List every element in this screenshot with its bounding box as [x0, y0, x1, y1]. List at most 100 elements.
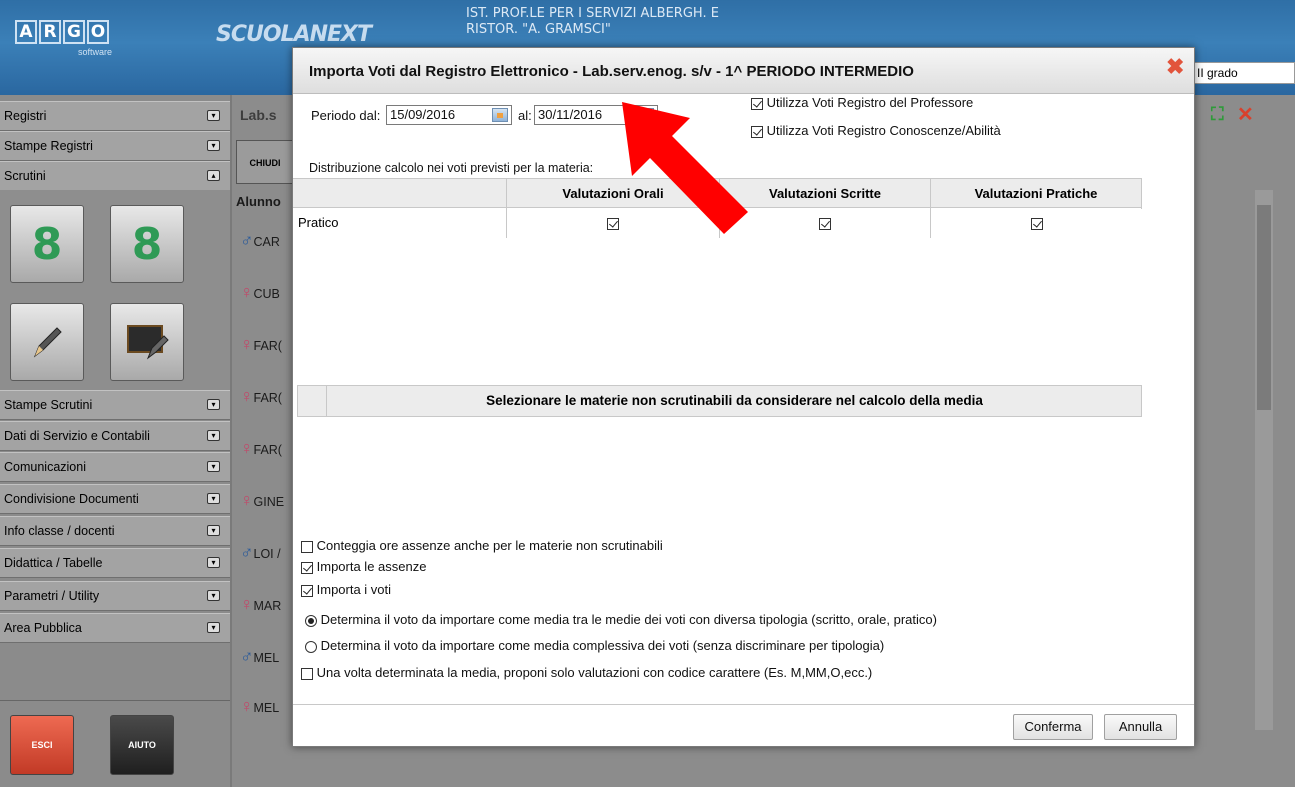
checkbox[interactable] [301, 561, 313, 574]
dropdown-icon[interactable]: ▾ [207, 590, 220, 601]
divider [326, 386, 327, 416]
student-name: FAR( [253, 391, 282, 405]
opt-registro-conoscenze[interactable]: Utilizza Voti Registro Conoscenze/Abilit… [751, 123, 1001, 138]
alunno-column-header: Alunno [236, 194, 281, 209]
dropdown-icon[interactable]: ▾ [207, 557, 220, 568]
student-row[interactable]: ♀MAR [240, 594, 281, 615]
female-icon: ♀ [240, 334, 254, 354]
col-scritte: Valutazioni Scritte [719, 179, 930, 209]
sidebar-item-registri[interactable]: Registri ▾ [0, 101, 230, 131]
student-row[interactable]: ♀GINE [240, 490, 284, 511]
dialog-titlebar: Importa Voti dal Registro Elettronico - … [293, 48, 1194, 94]
scrollbar-thumb[interactable] [1257, 205, 1271, 410]
sidebar-item-scrutini[interactable]: Scrutini ▴ [0, 161, 230, 191]
dropdown-icon[interactable]: ▾ [207, 399, 220, 410]
argo-logo: A R G O [15, 20, 109, 44]
voti-finali-icon[interactable]: 8 [110, 205, 184, 283]
checkbox[interactable] [751, 125, 763, 138]
grade-select[interactable]: II grado [1192, 62, 1295, 84]
male-icon: ♂ [240, 230, 254, 250]
radio[interactable] [305, 614, 317, 627]
calendar-icon[interactable] [492, 108, 508, 122]
cell-scritte[interactable] [719, 208, 930, 238]
student-name: FAR( [253, 443, 282, 457]
checkbox[interactable] [301, 584, 313, 597]
sidebar-item-parametri[interactable]: Parametri / Utility ▾ [0, 581, 230, 611]
collapse-icon[interactable]: ▴ [207, 170, 220, 181]
female-icon: ♀ [240, 282, 254, 302]
checkbox[interactable] [301, 667, 313, 680]
opt-media-complessiva[interactable]: Determina il voto da importare come medi… [305, 638, 884, 653]
blackboard-icon[interactable] [110, 303, 184, 381]
dialog-title: Importa Voti dal Registro Elettronico - … [309, 63, 914, 80]
female-icon: ♀ [240, 386, 254, 406]
student-name: CUB [253, 287, 280, 301]
dropdown-icon[interactable]: ▾ [207, 525, 220, 536]
student-row[interactable]: ♂MEL [240, 646, 279, 667]
student-row[interactable]: ♀FAR( [240, 438, 282, 459]
close-icon[interactable]: ✕ [1237, 102, 1254, 127]
cell-pratiche[interactable] [930, 208, 1142, 238]
sidebar-item-condivisione[interactable]: Condivisione Documenti ▾ [0, 484, 230, 514]
male-icon: ♂ [240, 542, 254, 562]
radio[interactable] [305, 640, 317, 653]
argo-logo-sub: software [78, 47, 113, 57]
student-name: FAR( [253, 339, 282, 353]
opt-solo-carattere[interactable]: Una volta determinata la media, proponi … [301, 665, 872, 680]
opt-conteggia[interactable]: Conteggia ore assenze anche per le mater… [301, 538, 663, 553]
annulla-button[interactable]: Annulla [1104, 714, 1177, 740]
annotation-arrow [622, 102, 748, 234]
opt-registro-prof[interactable]: Utilizza Voti Registro del Professore [751, 95, 973, 110]
checkbox[interactable] [1030, 217, 1043, 230]
student-name: CAR [253, 235, 280, 249]
sidebar-item-comunicazioni[interactable]: Comunicazioni ▾ [0, 452, 230, 482]
sidebar-item-dati-servizio[interactable]: Dati di Servizio e Contabili ▾ [0, 421, 230, 451]
student-name: MAR [253, 599, 282, 613]
dropdown-icon[interactable]: ▾ [207, 493, 220, 504]
sidebar-item-stampe-registri[interactable]: Stampe Registri ▾ [0, 131, 230, 161]
esci-button[interactable]: ESCI [10, 715, 74, 775]
checkbox[interactable] [751, 97, 763, 110]
dropdown-icon[interactable]: ▾ [207, 110, 220, 121]
checkbox[interactable] [301, 540, 313, 553]
al-label: al: [518, 108, 532, 123]
dropdown-icon[interactable]: ▾ [207, 430, 220, 441]
dropdown-icon[interactable]: ▾ [207, 461, 220, 472]
student-name: MEL [253, 651, 280, 665]
voti-proposti-icon[interactable]: 8 [10, 205, 84, 283]
dropdown-icon[interactable]: ▾ [207, 140, 220, 151]
student-name: LOI / [253, 547, 281, 561]
distribuzione-label: Distribuzione calcolo nei voti previsti … [309, 161, 594, 175]
maximize-icon[interactable]: ⛶ [1211, 104, 1224, 125]
opt-importa-assenze[interactable]: Importa le assenze [301, 559, 426, 574]
window-controls: ⛶ ✕ [1195, 100, 1295, 130]
dialog-close-icon[interactable]: ✖ [1166, 54, 1184, 80]
student-row[interactable]: ♀CUB [240, 282, 280, 303]
sidebar-item-stampe-scrutini[interactable]: Stampe Scrutini ▾ [0, 390, 230, 420]
sidebar-item-didattica[interactable]: Didattica / Tabelle ▾ [0, 548, 230, 578]
materie-header: Selezionare le materie non scrutinabili … [297, 385, 1142, 417]
chiudi-button[interactable]: CHIUDI [236, 140, 294, 184]
dropdown-icon[interactable]: ▾ [207, 622, 220, 633]
opt-importa-voti[interactable]: Importa i voti [301, 582, 391, 597]
student-row[interactable]: ♂CAR [240, 230, 280, 251]
opt-media-tipologia[interactable]: Determina il voto da importare come medi… [305, 612, 937, 627]
aiuto-button[interactable]: AIUTO [110, 715, 174, 775]
school-name: IST. PROF.LE PER I SERVIZI ALBERGH. E RI… [466, 6, 719, 37]
sidebar-item-info-classe[interactable]: Info classe / docenti ▾ [0, 516, 230, 546]
pencil-icon[interactable] [10, 303, 84, 381]
sidebar-item-area-pubblica[interactable]: Area Pubblica ▾ [0, 613, 230, 643]
checkbox[interactable] [607, 217, 619, 230]
checkbox[interactable] [819, 217, 831, 230]
student-name: GINE [253, 495, 285, 509]
female-icon: ♀ [240, 696, 254, 716]
conferma-button[interactable]: Conferma [1013, 714, 1093, 740]
male-icon: ♂ [240, 646, 254, 666]
female-icon: ♀ [240, 490, 254, 510]
student-row[interactable]: ♀FAR( [240, 386, 282, 407]
periodo-label: Periodo dal: [311, 108, 381, 123]
student-row[interactable]: ♀FAR( [240, 334, 282, 355]
row-label: Pratico [298, 215, 339, 230]
student-row[interactable]: ♀MEL [240, 696, 279, 717]
student-row[interactable]: ♂LOI / [240, 542, 281, 563]
